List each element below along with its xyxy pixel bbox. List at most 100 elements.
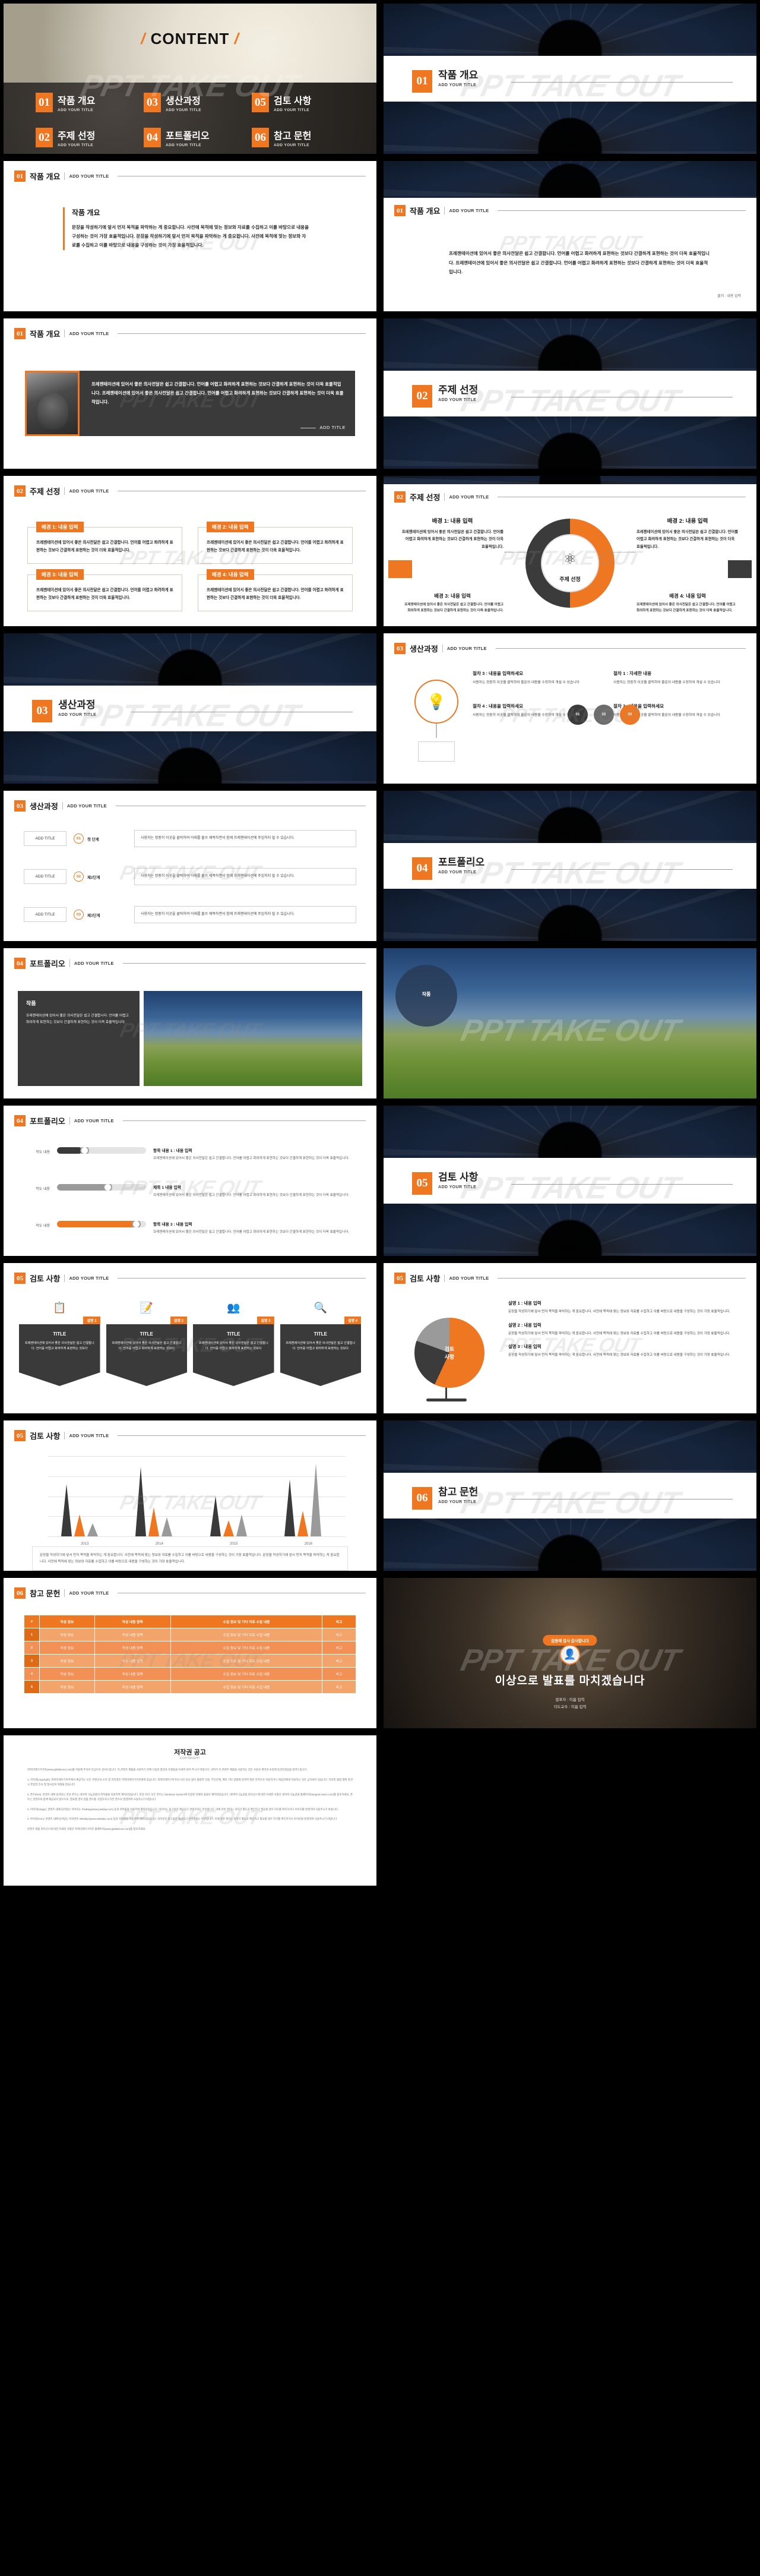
section-heading: 04 포트폴리오 ADD YOUR TITLE — [412, 857, 484, 880]
slide-section-04[interactable]: 04 포트폴리오 ADD YOUR TITLE PPT TAKE OUT — [380, 787, 760, 945]
slide-review-ribbons[interactable]: 05 검토 사항 ADD YOUR TITLE 📋 설명 1 TITLE 프레젠테… — [0, 1259, 380, 1417]
progress-handle[interactable] — [103, 1184, 112, 1191]
slide-process-bulb[interactable]: 03 생산과정 ADD YOUR TITLE 💡 절차 3 : 내용을 입력하세… — [380, 630, 760, 787]
process-row[interactable]: ADD TITLE 01 첫 단계 사용자는 정중히 이곳을 클릭하여 아래를 줄… — [24, 830, 356, 848]
slide-portfolio-bars[interactable]: 04 포트폴리오 ADD YOUR TITLE 작도 내용 항목 내용 1 : … — [0, 1102, 380, 1259]
header-rule — [122, 1120, 366, 1121]
cover-item-01[interactable]: 01 작품 개요 ADD YOUR TITLE — [36, 93, 139, 112]
header-title: 작품 개요 — [30, 172, 61, 181]
portfolio-bar-row[interactable]: 작도 내용 항목 내용 3 : 내용 입력 프레젠테이션에 있어서 좋은 의사전달… — [24, 1221, 353, 1236]
table-row[interactable]: 5 작성 정보 작성 내용 항목 수집 정보 및 기타 자료 수집 내용 비고 — [24, 1680, 357, 1694]
slide-section-03[interactable]: 03 생산과정 ADD YOUR TITLE PPT TAKE OUT — [0, 630, 380, 787]
portfolio-bars-body: 04 포트폴리오 ADD YOUR TITLE 작도 내용 항목 내용 1 : … — [4, 1106, 376, 1256]
slide-thank-you[interactable]: 감동에 감사 감사합니다 👤 이상으로 발표를 마치겠습니다 발표자 : 이름 … — [380, 1574, 760, 1732]
table-row[interactable]: 2 작성 정보 작성 내용 항목 수집 정보 및 기타 자료 수집 내용 비고 — [24, 1641, 357, 1655]
header-divider — [64, 1589, 65, 1597]
topic-box-label: 배경 1: 내용 입력 — [36, 522, 84, 532]
slide-section-06[interactable]: 06 참고 문헌 ADD YOUR TITLE PPT TAKE OUT — [380, 1417, 760, 1574]
topic-box[interactable]: 배경 4: 내용 입력 프레젠테이션에 있어서 좋은 의사전달은 쉽고 간결합니다… — [198, 569, 353, 611]
header-subtitle: ADD YOUR TITLE — [449, 494, 489, 500]
donut-right-top: 배경 2: 내용 입력 프레젠테이션에 있어서 좋은 의사전달은 쉽고 간결합니… — [636, 516, 739, 551]
cover-item-subtitle: ADD YOUR TITLE — [166, 108, 202, 112]
cover-item-05[interactable]: 05 검토 사항 ADD YOUR TITLE — [252, 93, 355, 112]
cover-item-04[interactable]: 04 포트폴리오 ADD YOUR TITLE — [144, 128, 247, 147]
progress-bar[interactable] — [57, 1147, 146, 1154]
topic-box[interactable]: 배경 2: 내용 입력 프레젠테이션에 있어서 좋은 의사전달은 쉽고 간결합니다… — [198, 522, 353, 564]
process-quadrant[interactable]: 절차 3 : 내용을 입력하세요 사용자는 정중히 이곳을 클릭하여 줄문의 내용… — [473, 670, 599, 686]
progress-bar[interactable] — [57, 1221, 146, 1227]
thanks-credits: 발표자 : 이름 입력 지도교수 : 이름 입력 — [384, 1697, 756, 1712]
slide-section-02[interactable]: 02 주제 선정 ADD YOUR TITLE PPT TAKE OUT — [380, 315, 760, 472]
header-number: 05 — [14, 1430, 26, 1441]
process-row-step: 02 제2단계 — [74, 872, 127, 882]
review-block[interactable]: 설명 3 : 내용 입력 문장을 작성하기에 앞서 먼저 목적을 파악하는 게 중… — [508, 1343, 740, 1359]
header-title: 참고 문헌 — [30, 1589, 61, 1598]
cover-item-label: 참고 문헌 — [274, 131, 312, 141]
table-row[interactable]: 3 작성 정보 작성 내용 항목 수집 정보 및 기타 자료 수집 내용 비고 — [24, 1654, 357, 1668]
slide-process-rows[interactable]: 03 생산과정 ADD YOUR TITLE ADD TITLE 01 첫 단계 … — [0, 787, 380, 945]
cover-item-03[interactable]: 03 생산과정 ADD YOUR TITLE — [144, 93, 247, 112]
table-row[interactable]: 1 작성 정보 작성 내용 항목 수집 정보 및 기타 자료 수집 내용 비고 — [24, 1628, 357, 1641]
table-row[interactable]: 4 작성 정보 작성 내용 항목 수집 정보 및 기타 자료 수집 내용 비고 — [24, 1667, 357, 1681]
watermark: PPT TAKE OUT — [458, 69, 682, 104]
table-header-cell: 비고 — [321, 1615, 357, 1628]
donut-label: 배경 3: 내용 입력 — [434, 593, 471, 599]
review-ribbon[interactable]: 👥 설명 3 TITLE 프레젠테이션에 있어서 좋은 의사전달은 쉽고 간결합니… — [193, 1299, 274, 1386]
cover-item-subtitle: ADD YOUR TITLE — [58, 108, 94, 112]
slide-references-table[interactable]: 06 참고 문헌 ADD YOUR TITLE # 작성 정보 작성 내용 항목 수집… — [0, 1574, 380, 1732]
header-subtitle: ADD YOUR TITLE — [69, 1276, 109, 1281]
cover-item-06[interactable]: 06 참고 문헌 ADD YOUR TITLE — [252, 128, 355, 147]
section-subtitle: ADD YOUR TITLE — [438, 1499, 477, 1504]
portfolio-bar-row[interactable]: 작도 내용 제목 1 내용 입력 프레젠테이션에 있어서 좋은 의사전달은 쉽고 … — [24, 1184, 353, 1199]
axis-tick-label: 2013 — [81, 1542, 89, 1546]
cover-item-number: 05 — [252, 93, 269, 112]
slide-copyright[interactable]: 저작권 공고 COPYRIGHT 피피티테이크아웃(www.ppttakeout… — [0, 1732, 380, 1889]
process-quadrant[interactable]: 절차 1 : 자세한 내용 사용자는 정중히 이곳을 클릭하여 줄문의 내용을 수… — [613, 670, 740, 686]
review-ribbon[interactable]: 📝 설명 2 TITLE 프레젠테이션에 있어서 좋은 의사전달은 쉽고 간결합니… — [106, 1299, 187, 1386]
table-cell: 3 — [24, 1654, 40, 1668]
clipboard-icon: 📋 — [53, 1301, 66, 1314]
portfolio-circle-label: 작품 — [422, 992, 431, 997]
table-cell: 1 — [24, 1628, 40, 1641]
section-photo-top — [384, 1106, 756, 1158]
slide-section-01[interactable]: 01 작품 개요 ADD YOUR TITLE PPT TAKE OUT — [380, 0, 760, 157]
topic-box[interactable]: 배경 1: 내용 입력프레젠테이션에 있어서 좋은 의사전달은 쉽고 간결합니다… — [27, 522, 182, 564]
topic-box[interactable]: 배경 3: 내용 입력 프레젠테이션에 있어서 좋은 의사전달은 쉽고 간결합니다… — [27, 569, 182, 611]
slide-overview-photo[interactable]: 01 작품 개요 ADD YOUR TITLE 프레젠테이션에 있어서 좋은 의… — [0, 315, 380, 472]
slide-overview-para[interactable]: 01 작품 개요 ADD YOUR TITLE 프레젠테이션에 있어서 좋은 의… — [380, 157, 760, 315]
references-table[interactable]: # 작성 정보 작성 내용 항목 수집 정보 및 기타 자료 수집 내용 비고 1 작성 정… — [24, 1615, 357, 1694]
topic-box-text: 프레젠테이션에 있어서 좋은 의사전달은 쉽고 간결합니다. 언어를 어렵고 화… — [36, 541, 173, 553]
ribbon-text: 프레젠테이션에 있어서 좋은 의사전달은 쉽고 간결합니다. 언어를 어렵고 화… — [198, 1341, 268, 1351]
slide-portfolio-photo[interactable]: 작품 PPT TAKE OUT — [380, 945, 760, 1102]
donut-label: 배경 4: 내용 입력 — [669, 593, 706, 599]
process-row[interactable]: ADD TITLE 02 제2단계 사용자는 정중히 이곳을 클릭하여 아래를 줄… — [24, 868, 356, 886]
section-title: 작품 개요 — [438, 70, 479, 81]
slide-topic-boxes[interactable]: 02 주제 선정 ADD YOUR TITLE 배경 1: 내용 입력 프레젠테이… — [0, 472, 380, 630]
slide-review-chart[interactable]: 05 검토 사항 ADD YOUR TITLE 2013 2014 2015 2016… — [0, 1417, 380, 1574]
slide-overview-quote[interactable]: 01 작품 개요 ADD YOUR TITLE 작품 개요 문장을 작성하기에 … — [0, 157, 380, 315]
ribbon-body: TITLE 프레젠테이션에 있어서 좋은 의사전달은 쉽고 간결합니다. 언어를 … — [106, 1324, 187, 1386]
progress-bar[interactable] — [57, 1184, 146, 1191]
review-ribbon[interactable]: 🔍 설명 4 TITLE 프레젠테이션에 있어서 좋은 의사전달은 쉽고 간결합니… — [280, 1299, 361, 1386]
progress-fill — [57, 1184, 106, 1191]
process-pill: 01 — [568, 705, 588, 725]
review-block[interactable]: 설명 2 : 내용 입력 문장을 작성하기에 앞서 먼저 목적을 파악하는 게 중… — [508, 1322, 740, 1337]
slide-portfolio-split[interactable]: 04 포트폴리오 ADD YOUR TITLE 작품 프레젠테이션에 있어서 좋… — [0, 945, 380, 1102]
table-cell: 수집 정보 및 기타 자료 수집 내용 — [170, 1680, 322, 1694]
review-ribbon[interactable]: 📋 설명 1 TITLE 프레젠테이션에 있어서 좋은 의사전달은 쉽고 간결합니… — [19, 1299, 100, 1386]
cover-item-02[interactable]: 02 주제 선정 ADD YOUR TITLE — [36, 128, 139, 147]
axis-tick-label: 2014 — [155, 1542, 163, 1546]
slide-content-cover[interactable]: / CONTENT / 01 작품 개요 ADD YOUR TITLE 03 생… — [0, 0, 380, 157]
slide-topic-donut[interactable]: 02 주제 선정 ADD YOUR TITLE 배경 1: 내용 입력 프레젠테… — [380, 472, 760, 630]
process-row[interactable]: ADD TITLE 03 제3단계 사용자는 정중히 이곳을 클릭하여 아래를 줄… — [24, 906, 356, 924]
table-cell: 비고 — [321, 1680, 357, 1694]
portfolio-bar-row[interactable]: 작도 내용 항목 내용 1 : 내용 입력 프레젠테이션에 있어서 좋은 의사전달… — [24, 1147, 353, 1162]
table-cell: 2 — [24, 1641, 40, 1655]
quadrant-title: 절차 3 : 내용을 입력하세요 — [473, 671, 524, 676]
slide-grid: / CONTENT / 01 작품 개요 ADD YOUR TITLE 03 생… — [0, 0, 760, 1889]
slide-section-05[interactable]: 05 검토 사항 ADD YOUR TITLE PPT TAKE OUT — [380, 1102, 760, 1259]
progress-handle[interactable] — [132, 1221, 141, 1227]
slide-review-pie[interactable]: 05 검토 사항 ADD YOUR TITLE 검토 사항 설명 1 : 내용 입… — [380, 1259, 760, 1417]
review-block[interactable]: 설명 1 : 내용 입력 문장을 작성하기에 앞서 먼저 목적을 파악하는 게 중… — [508, 1300, 740, 1315]
progress-handle[interactable] — [80, 1147, 89, 1154]
